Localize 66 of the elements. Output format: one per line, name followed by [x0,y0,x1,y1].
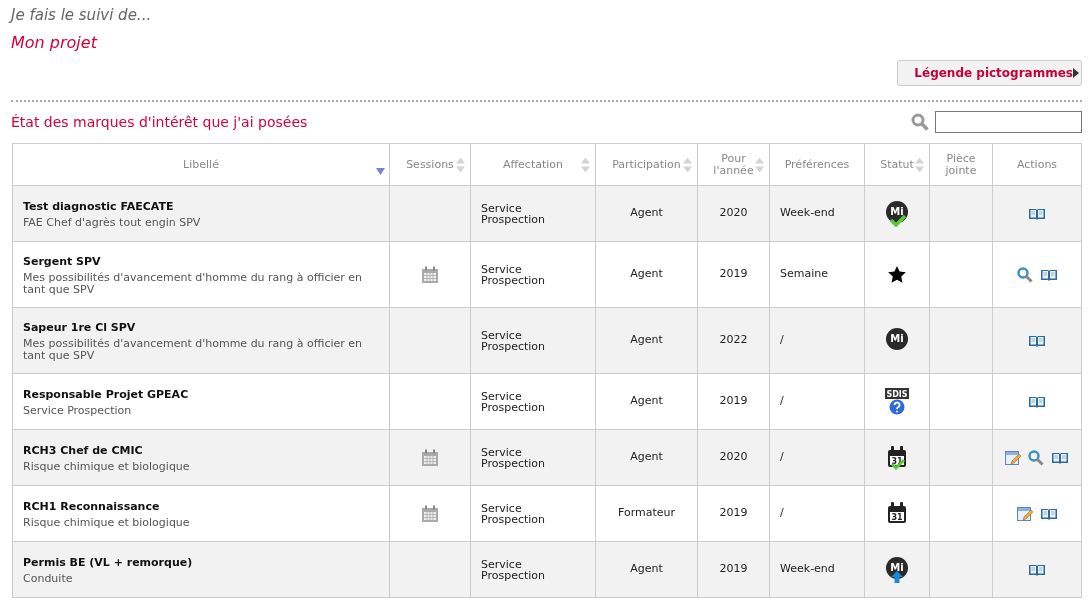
column-header: Préférences [769,143,865,186]
legend-button[interactable]: Légende pictogrammes [897,60,1082,86]
preferences-cell: Week-end [769,541,865,598]
title-cell: Responsable Projet GPEAC Service Prospection [12,373,390,430]
star-icon [888,266,906,283]
search-icon[interactable] [1028,449,1044,466]
affectation-cell: Service Prospection [470,429,596,486]
affectation-cell: Service Prospection [470,485,596,542]
book-icon[interactable] [1051,450,1069,465]
preferences-cell: / [769,429,865,486]
book-icon[interactable] [1028,394,1046,409]
preferences-cell: Week-end [769,185,865,242]
column-header[interactable]: Libellé [12,143,390,186]
participation-cell: Agent [595,541,698,598]
year-cell: 2019 [697,485,770,542]
participation-cell: Agent [595,241,698,308]
sort-descending-icon[interactable] [376,168,385,175]
title-cell: Test diagnostic FAECATE FAE Chef d'agrès tout engin SPV [12,185,390,242]
participation-cell: Agent [595,373,698,430]
participation-cell: Agent [595,185,698,242]
year-cell: 2019 [697,541,770,598]
affectation-cell: Service Prospection [470,373,596,430]
calendar-icon[interactable] [421,504,439,523]
caret-icon [1073,68,1079,78]
affectation-cell: Service Prospection [470,185,596,242]
project-title: Mon projet [11,32,97,54]
section-title: État des marques d'intérêt que j'ai posées [11,112,308,132]
book-icon[interactable] [1039,506,1058,521]
column-header: Actions [992,143,1082,186]
title-cell: Sapeur 1re Cl SPV Mes possibilités d'avancement d'homme du rang à officier en tant que SPV [12,307,390,374]
title-cell: Sergent SPV Mes possibilités d'avancement d'homme du rang à officier en tant que SPV [12,241,390,308]
book-icon[interactable] [1028,206,1046,221]
year-cell: 2022 [697,307,770,374]
book-icon[interactable] [1039,267,1058,282]
column-header[interactable]: Sessions [389,143,471,186]
edit-icon[interactable] [1016,505,1033,522]
column-header[interactable]: Participation [595,143,698,186]
participation-cell: Agent [595,307,698,374]
edit-icon[interactable] [1005,449,1021,466]
year-cell: 2019 [697,373,770,430]
title-cell: RCH1 Reconnaissance Risque chimique et biologique [12,485,390,542]
search-icon[interactable] [1016,266,1033,283]
column-header[interactable]: Affectation [470,143,596,186]
affectation-cell: Service Prospection [470,541,596,598]
preferences-cell: / [769,373,865,430]
year-cell: 2020 [697,185,770,242]
search-icon [911,113,929,131]
column-header: Pièce jointe [929,143,993,186]
year-cell: 2019 [697,241,770,308]
preferences-cell: / [769,307,865,374]
calendar-icon[interactable] [421,448,439,467]
search-field[interactable] [935,111,1082,133]
title-cell: RCH3 Chef de CMIC Risque chimique et biologique [12,429,390,486]
preferences-cell: Semaine [769,241,865,308]
preferences-cell: / [769,485,865,542]
calendar-icon[interactable] [421,265,439,284]
book-icon[interactable] [1028,562,1046,577]
participation-cell: Agent [595,429,698,486]
column-header[interactable]: Statut [864,143,930,186]
title-cell: Permis BE (VL + remorque) Conduite [12,541,390,598]
year-cell: 2020 [697,429,770,486]
book-icon[interactable] [1028,333,1046,348]
affectation-cell: Service Prospection [470,307,596,374]
affectation-cell: Service Prospection [470,241,596,308]
participation-cell: Formateur [595,485,698,542]
column-header[interactable]: Pour l'année [697,143,770,186]
